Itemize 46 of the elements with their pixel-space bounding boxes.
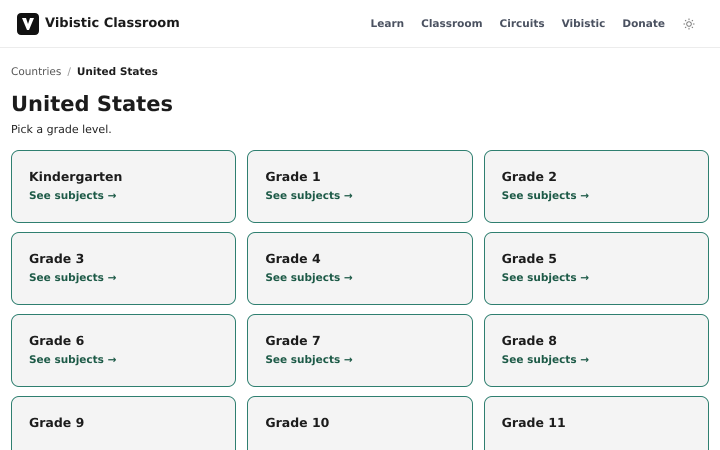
grade-card[interactable]: Grade 8 See subjects → <box>484 314 709 387</box>
theme-toggle-icon[interactable] <box>683 18 695 30</box>
grade-name: Kindergarten <box>29 169 124 184</box>
grade-name: Grade 9 <box>29 415 86 430</box>
grade-name: Grade 7 <box>265 333 322 348</box>
breadcrumb-separator: / <box>67 66 71 78</box>
grade-card[interactable]: Kindergarten See subjects → <box>11 150 236 223</box>
grade-card[interactable]: Grade 7 See subjects → <box>247 314 473 387</box>
grade-card[interactable]: Grade 10 <box>247 396 473 450</box>
see-subjects-link[interactable]: See subjects → <box>29 190 116 202</box>
see-subjects-link[interactable]: See subjects → <box>502 354 590 366</box>
nav-link[interactable]: Learn <box>370 18 404 30</box>
grade-name: Grade 5 <box>502 251 558 266</box>
page-subtitle: Pick a grade level. <box>11 123 113 136</box>
grade-name: Grade 8 <box>502 333 558 348</box>
grade-name: Grade 6 <box>29 333 86 348</box>
nav-link[interactable]: Circuits <box>500 18 545 30</box>
grade-card[interactable]: Grade 4 See subjects → <box>247 232 473 305</box>
see-subjects-link[interactable]: See subjects → <box>265 272 353 284</box>
see-subjects-link[interactable]: See subjects → <box>502 272 590 284</box>
grade-name: Grade 4 <box>265 251 322 266</box>
grade-name: Grade 2 <box>502 169 558 184</box>
see-subjects-link[interactable]: See subjects → <box>265 190 353 202</box>
nav-link[interactable]: Donate <box>622 18 665 30</box>
see-subjects-link[interactable]: See subjects → <box>502 190 590 202</box>
site-title[interactable]: Vibistic Classroom <box>45 16 180 31</box>
nav-link[interactable]: Classroom <box>421 18 483 30</box>
grade-card[interactable]: Grade 9 <box>11 396 236 450</box>
grade-card[interactable]: Grade 3 See subjects → <box>11 232 236 305</box>
breadcrumb-item: United States <box>76 66 158 78</box>
grade-card[interactable]: Grade 6 See subjects → <box>11 314 236 387</box>
logo-icon[interactable] <box>17 12 39 34</box>
grade-card[interactable]: Grade 5 See subjects → <box>484 232 709 305</box>
breadcrumb-item[interactable]: Countries <box>11 66 62 78</box>
see-subjects-link[interactable]: See subjects → <box>29 354 116 366</box>
grade-name: Grade 11 <box>502 415 567 430</box>
grade-card[interactable]: Grade 1 See subjects → <box>247 150 473 223</box>
page-title: United States <box>11 91 174 118</box>
grade-name: Grade 10 <box>265 415 330 430</box>
grade-card[interactable]: Grade 11 <box>484 396 709 450</box>
see-subjects-link[interactable]: See subjects → <box>29 272 116 284</box>
see-subjects-link[interactable]: See subjects → <box>265 354 353 366</box>
grade-name: Grade 1 <box>265 169 322 184</box>
grade-name: Grade 3 <box>29 251 86 266</box>
nav-link[interactable]: Vibistic <box>562 18 606 30</box>
grade-card[interactable]: Grade 2 See subjects → <box>484 150 709 223</box>
